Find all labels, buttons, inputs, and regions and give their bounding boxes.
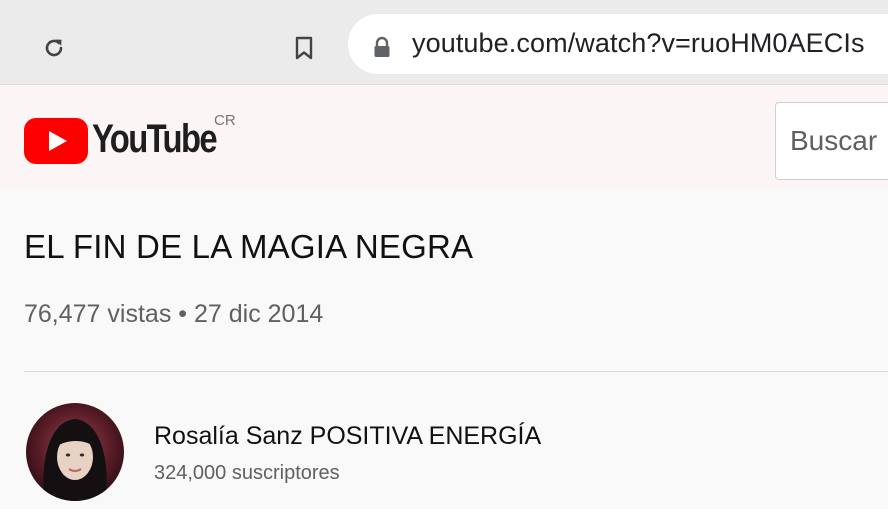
reload-icon <box>45 39 63 57</box>
subscriber-count: 324,000 suscriptores <box>154 462 340 484</box>
meta-separator: • <box>178 300 188 328</box>
reload-button[interactable] <box>36 30 72 66</box>
divider <box>24 371 888 372</box>
upload-date: 27 dic 2014 <box>194 300 324 328</box>
country-code: CR <box>214 112 236 129</box>
browser-toolbar: youtube.com/watch?v=ruoHM0AECIs <box>0 0 888 85</box>
bookmark-button[interactable] <box>286 30 322 66</box>
lock-icon <box>374 36 390 57</box>
video-meta: 76,477 vistas • 27 dic 2014 <box>24 300 323 329</box>
channel-avatar[interactable] <box>26 403 124 501</box>
video-title: EL FIN DE LA MAGIA NEGRA <box>24 228 474 265</box>
youtube-wordmark[interactable]: YouTube <box>92 117 218 162</box>
bookmark-icon <box>295 36 313 60</box>
channel-name[interactable]: Rosalía Sanz POSITIVA ENERGÍA <box>154 422 541 451</box>
avatar-image <box>26 403 124 501</box>
url-text[interactable]: youtube.com/watch?v=ruoHM0AECIs <box>412 28 865 59</box>
youtube-logo-icon[interactable] <box>24 118 88 164</box>
view-count: 76,477 vistas <box>24 300 172 328</box>
search-placeholder[interactable]: Buscar <box>790 125 877 157</box>
